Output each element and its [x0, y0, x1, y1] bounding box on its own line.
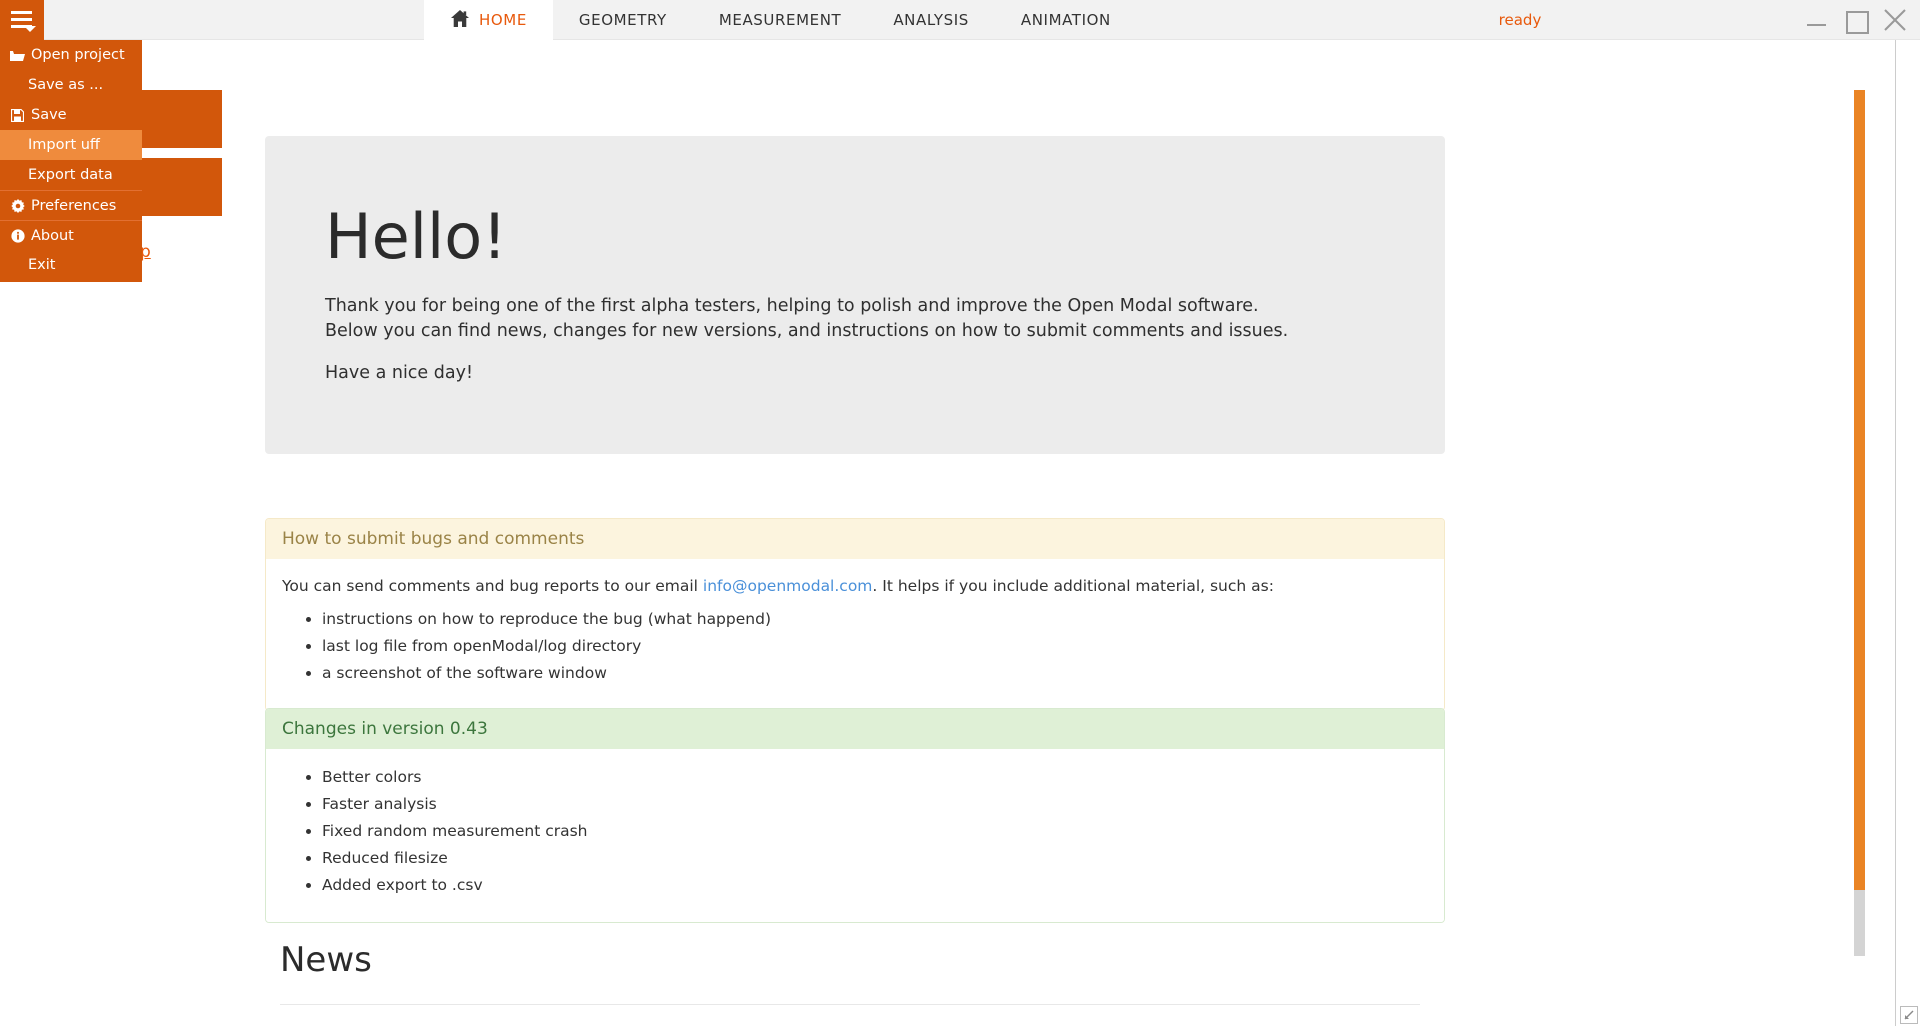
changes-list: Better colors Faster analysis Fixed rand…	[322, 767, 1428, 896]
content-border	[1895, 40, 1896, 1026]
main-dropdown-menu: Open project Save as ... Save Import uff…	[0, 40, 142, 282]
tab-animation-label: ANIMATION	[1020, 11, 1111, 29]
home-content-area: Hello! Thank you for being one of the fi…	[230, 40, 1855, 1026]
info-icon	[9, 228, 26, 243]
bugs-panel-body: You can send comments and bug reports to…	[266, 559, 1444, 710]
menu-item-exit[interactable]: Exit	[0, 250, 142, 280]
list-item: Fixed random measurement crash	[322, 821, 1428, 842]
tab-home[interactable]: HOME	[424, 0, 553, 40]
gear-icon	[9, 198, 26, 213]
menu-item-open-project[interactable]: Open project	[0, 40, 142, 70]
close-icon[interactable]	[1882, 7, 1908, 33]
menu-item-label: Export data	[28, 167, 113, 183]
minimize-icon[interactable]	[1804, 7, 1830, 33]
list-item: a screenshot of the software window	[322, 663, 1428, 684]
status-indicator: ready	[1498, 11, 1542, 29]
menu-item-preferences[interactable]: Preferences	[0, 190, 142, 220]
bugs-intro: You can send comments and bug reports to…	[282, 577, 1428, 595]
tab-home-label: HOME	[479, 11, 527, 29]
menu-item-label: Preferences	[31, 197, 117, 214]
menu-item-label: Exit	[28, 257, 56, 273]
welcome-line-2: Below you can find news, changes for new…	[325, 321, 1289, 342]
bugs-list: instructions on how to reproduce the bug…	[322, 609, 1428, 684]
list-item: last log file from openModal/log directo…	[322, 636, 1428, 657]
tab-animation[interactable]: ANIMATION	[995, 0, 1137, 40]
folder-open-icon	[9, 49, 26, 62]
menu-item-label: Save	[31, 107, 67, 123]
application-window: HOME GEOMETRY MEASUREMENT ANALYSIS ANIMA…	[0, 0, 1920, 1026]
vertical-scrollbar[interactable]	[1854, 40, 1865, 990]
tab-geometry[interactable]: GEOMETRY	[553, 0, 693, 40]
tab-measurement-label: MEASUREMENT	[718, 11, 842, 29]
changes-panel: Changes in version 0.43 Better colors Fa…	[265, 708, 1445, 923]
news-title: News	[280, 940, 372, 980]
welcome-line-1: Thank you for being one of the first alp…	[325, 296, 1259, 316]
list-item: instructions on how to reproduce the bug…	[322, 609, 1428, 630]
tab-analysis[interactable]: ANALYSIS	[867, 0, 995, 40]
menu-item-label: About	[31, 227, 74, 244]
bugs-panel-title: How to submit bugs and comments	[266, 519, 1444, 559]
main-tabs: HOME GEOMETRY MEASUREMENT ANALYSIS ANIMA…	[424, 0, 1137, 40]
news-section: News	[280, 940, 1420, 1005]
maximize-icon[interactable]	[1843, 7, 1869, 34]
tab-geometry-label: GEOMETRY	[578, 11, 667, 29]
hamburger-menu-button[interactable]	[0, 0, 44, 40]
page-title: Hello!	[325, 200, 508, 273]
news-divider	[280, 1004, 1420, 1005]
title-bar: HOME GEOMETRY MEASUREMENT ANALYSIS ANIMA…	[0, 0, 1920, 40]
chevron-down-icon	[24, 26, 36, 32]
tab-measurement[interactable]: MEASUREMENT	[693, 0, 867, 40]
bugs-intro-after: . It helps if you include additional mat…	[872, 577, 1274, 595]
list-item: Added export to .csv	[322, 875, 1428, 896]
menu-item-label: Import uff	[28, 137, 100, 153]
menu-item-save-as[interactable]: Save as ...	[0, 70, 142, 100]
list-item: Faster analysis	[322, 794, 1428, 815]
menu-item-export-data[interactable]: Export data	[0, 160, 142, 190]
list-item: Reduced filesize	[322, 848, 1428, 869]
tab-analysis-label: ANALYSIS	[893, 11, 969, 29]
home-icon	[450, 9, 470, 32]
changes-panel-title: Changes in version 0.43	[266, 709, 1444, 749]
changes-panel-body: Better colors Faster analysis Fixed rand…	[266, 749, 1444, 922]
scrollbar-thumb[interactable]	[1854, 90, 1865, 890]
menu-item-label: Open project	[31, 47, 125, 63]
resize-grip-icon[interactable]	[1900, 1006, 1918, 1024]
menu-item-save[interactable]: Save	[0, 100, 142, 130]
window-controls	[1804, 0, 1916, 40]
menu-item-import-uff[interactable]: Import uff	[0, 130, 142, 160]
bugs-panel: How to submit bugs and comments You can …	[265, 518, 1445, 711]
list-item: Better colors	[322, 767, 1428, 788]
support-email-link[interactable]: info@openmodal.com	[703, 577, 873, 595]
bugs-intro-before: You can send comments and bug reports to…	[282, 577, 703, 595]
welcome-closing: Have a nice day!	[325, 362, 473, 383]
menu-item-about[interactable]: About	[0, 220, 142, 250]
welcome-paragraph: Thank you for being one of the first alp…	[325, 294, 1385, 345]
welcome-panel: Hello! Thank you for being one of the fi…	[265, 136, 1445, 454]
menu-item-label: Save as ...	[28, 77, 104, 93]
floppy-disk-icon	[9, 108, 26, 122]
